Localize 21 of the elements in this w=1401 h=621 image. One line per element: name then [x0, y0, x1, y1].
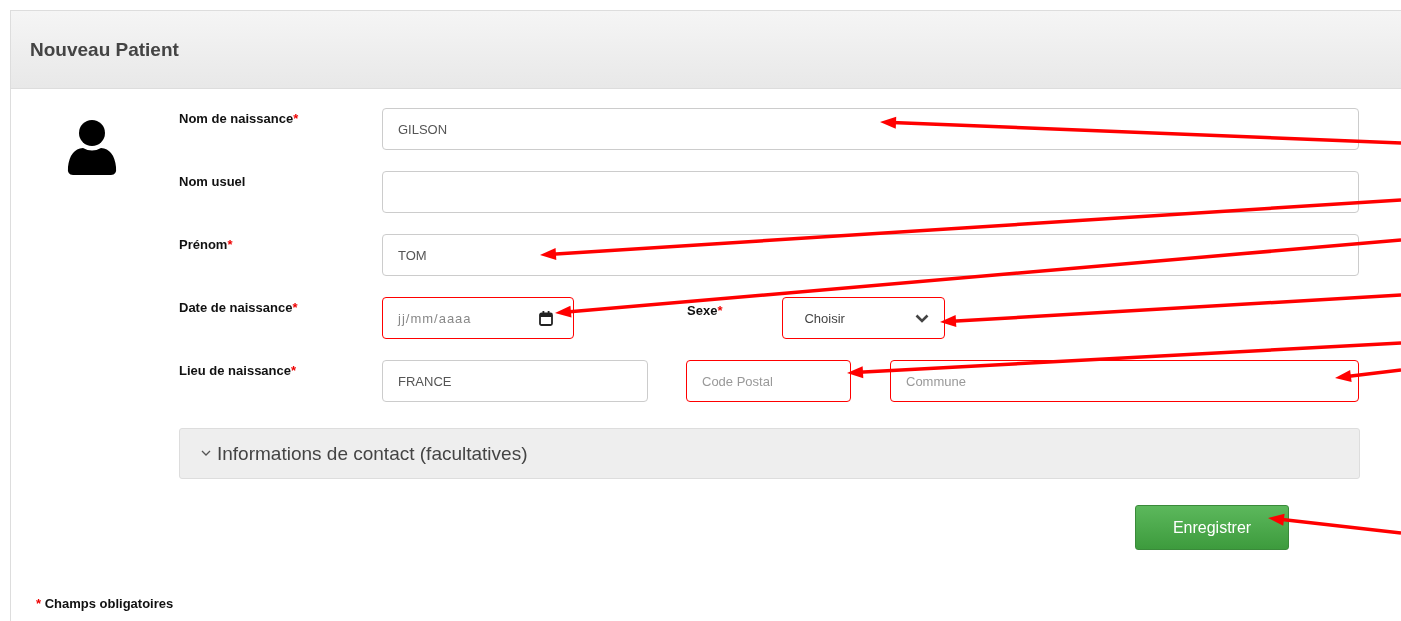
date-field[interactable]: jj/mm/aaaa	[382, 297, 574, 339]
input-field[interactable]: Commune	[890, 360, 1359, 402]
field-label: Nom de naissance*	[179, 110, 300, 126]
sex-dropdown[interactable]: Choisir	[782, 297, 946, 339]
chevron-down-icon	[201, 450, 211, 457]
field-label: Lieu de naissance*	[179, 362, 298, 378]
field-label: Date de naissance*	[179, 299, 299, 315]
input-field[interactable]: FRANCE	[382, 360, 648, 402]
person-icon	[67, 119, 117, 175]
required-fields-note: * Champs obligatoires	[36, 596, 175, 611]
panel-title: Nouveau Patient	[30, 38, 179, 61]
input-field[interactable]	[382, 171, 1359, 213]
contact-accordion[interactable]: Informations de contact (facultatives)	[179, 428, 1360, 479]
input-field[interactable]: TOM	[382, 234, 1359, 276]
input-field[interactable]: GILSON	[382, 108, 1359, 150]
field-label: Nom usuel	[179, 173, 247, 189]
field-label: Sexe*	[687, 302, 723, 318]
field-label: Prénom*	[179, 236, 234, 252]
chevron-down-icon	[915, 313, 930, 323]
calendar-icon	[539, 310, 553, 326]
input-field[interactable]: Code Postal	[686, 360, 851, 402]
